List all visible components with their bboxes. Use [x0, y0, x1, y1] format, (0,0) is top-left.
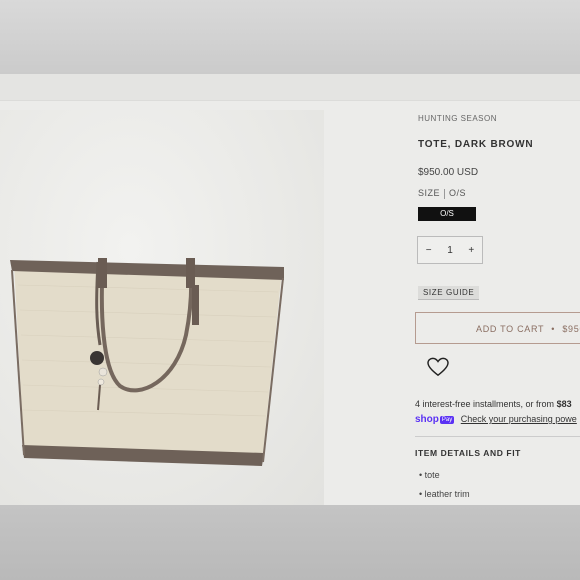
size-separator [444, 188, 446, 199]
product-page: HUNTING SEASON TOTE, DARK BROWN $950.00 … [0, 74, 580, 505]
product-image[interactable] [0, 110, 324, 505]
product-title: TOTE, DARK BROWN [418, 139, 534, 150]
minus-icon[interactable]: − [426, 245, 432, 256]
monitor-bottom-bezel [0, 505, 580, 580]
list-item: tote [419, 470, 470, 480]
item-details-list: tote leather trim [419, 470, 470, 508]
installments-copy: 4 interest-free installments, or from [415, 399, 557, 409]
size-label: SIZE [418, 188, 441, 198]
size-guide-button[interactable]: SIZE GUIDE [418, 286, 480, 300]
cart-price: $950. [562, 324, 580, 334]
quantity-value[interactable]: 1 [447, 245, 453, 256]
add-to-cart-button[interactable]: ADD TO CART • $950. [415, 312, 580, 344]
brand-name[interactable]: HUNTING SEASON [418, 114, 497, 123]
installments-amount: $83 [556, 399, 572, 409]
monitor-top-bezel [0, 0, 580, 74]
check-purchasing-power-link[interactable]: Check your purchasing powe [461, 414, 577, 424]
list-item: leather trim [419, 489, 470, 499]
size-option-os[interactable]: O/S [418, 207, 476, 221]
product-info-panel: HUNTING SEASON TOTE, DARK BROWN $950.00 … [415, 74, 580, 505]
quantity-stepper: − 1 + [417, 236, 483, 264]
tote-bag-image [10, 258, 284, 466]
shop-pay-logo: shop [415, 414, 439, 425]
plus-icon[interactable]: + [468, 245, 474, 256]
shop-pay-row: shop Pay Check your purchasing powe [415, 414, 577, 425]
heart-icon[interactable] [427, 357, 449, 377]
size-row: SIZE O/S [418, 188, 466, 199]
installments-text: 4 interest-free installments, or from $8… [415, 399, 572, 409]
item-details-heading[interactable]: ITEM DETAILS AND FIT [415, 448, 521, 458]
cart-separator: • [551, 324, 556, 334]
add-to-cart-label: ADD TO CART [476, 324, 545, 334]
shop-pay-badge: Pay [439, 416, 455, 424]
size-value: O/S [449, 188, 467, 198]
section-divider [415, 436, 580, 437]
product-price: $950.00 USD [418, 167, 479, 178]
